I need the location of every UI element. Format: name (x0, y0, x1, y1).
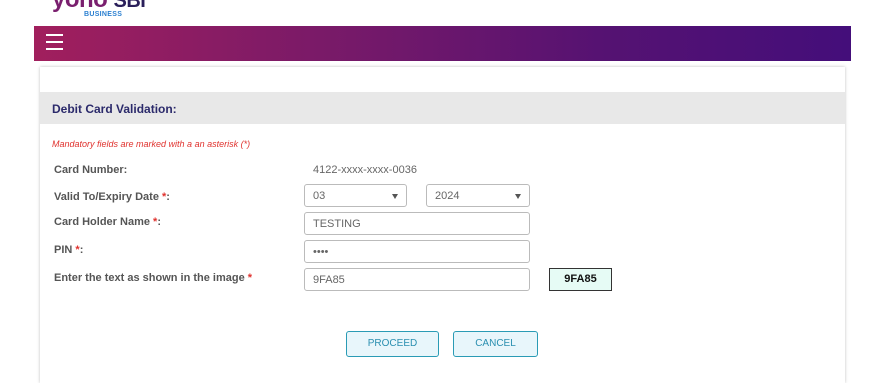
mandatory-note: Mandatory fields are marked with a an as… (52, 139, 251, 149)
captcha-asterisk: * (247, 272, 253, 284)
captcha-input[interactable]: 9FA85 (304, 268, 530, 291)
panel-title: Debit Card Validation: (52, 102, 177, 116)
yono-business-logo: yono SBI BUSINESS (52, 0, 172, 18)
proceed-button[interactable]: PROCEED (346, 331, 439, 357)
card-number-label: Card Number: (54, 164, 128, 176)
pin-label-text: PIN (54, 244, 76, 256)
captcha-label-text: Enter the text as shown in the image (54, 272, 248, 284)
captcha-label: Enter the text as shown in the image * (54, 272, 252, 284)
cancel-button[interactable]: CANCEL (453, 331, 538, 357)
pin-input[interactable]: •••• (304, 240, 530, 263)
card-number-value: 4122-xxxx-xxxx-0036 (313, 164, 417, 176)
expiry-month-select[interactable]: 03 (304, 184, 407, 207)
expiry-colon: : (166, 191, 170, 203)
panel-header: Debit Card Validation: (40, 92, 845, 124)
chevron-down-icon (392, 194, 398, 199)
header-bar (34, 26, 851, 61)
expiry-label-text: Valid To/Expiry Date (54, 191, 162, 203)
holder-label-text: Card Holder Name (54, 216, 154, 228)
card-holder-name-label: Card Holder Name *: (54, 216, 161, 228)
hamburger-menu-icon[interactable] (46, 34, 63, 50)
debit-card-validation-panel: Debit Card Validation: Mandatory fields … (40, 67, 845, 383)
holder-colon: : (157, 216, 161, 228)
card-holder-name-input[interactable]: TESTING (304, 212, 530, 235)
expiry-year-value: 2024 (435, 190, 460, 202)
logo-sub-text: BUSINESS (84, 11, 123, 18)
pin-colon: : (79, 244, 84, 256)
captcha-image: 9FA85 (549, 268, 612, 291)
expiry-month-value: 03 (313, 190, 326, 202)
expiry-year-select[interactable]: 2024 (426, 184, 530, 207)
expiry-date-label: Valid To/Expiry Date *: (54, 191, 170, 203)
pin-label: PIN *: (54, 244, 83, 256)
chevron-down-icon (515, 194, 521, 199)
